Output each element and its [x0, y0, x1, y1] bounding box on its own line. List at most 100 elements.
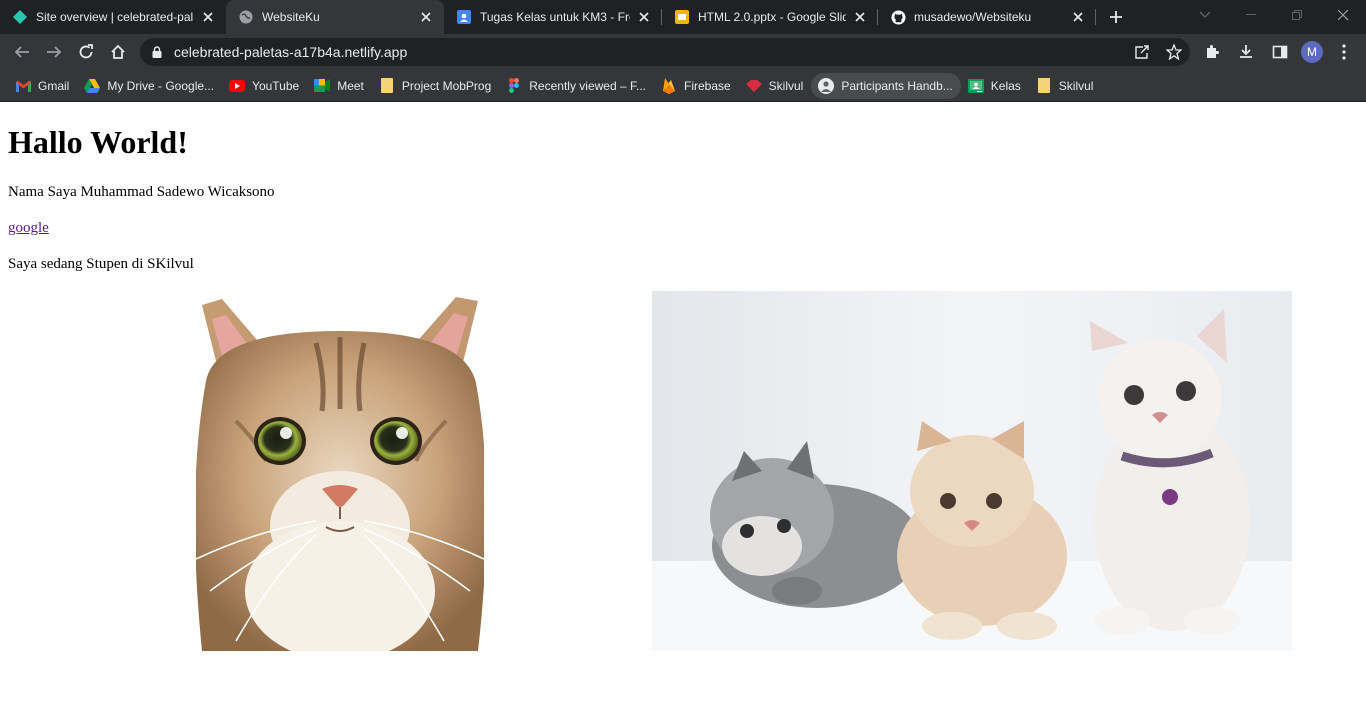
bookmark-label: My Drive - Google...	[107, 78, 215, 93]
close-icon[interactable]	[852, 9, 868, 25]
side-panel-icon	[1272, 45, 1288, 59]
chevron-down-icon	[1199, 11, 1211, 18]
bookmark-label: Skilvul	[1058, 78, 1094, 93]
side-panel-button[interactable]	[1264, 36, 1296, 68]
lock-icon	[140, 46, 174, 58]
firebase-icon	[661, 77, 677, 94]
meet-icon	[314, 78, 331, 94]
tab-github[interactable]: musadewo/Websiteku	[878, 0, 1096, 34]
address-bar[interactable]: celebrated-paletas-a17b4a.netlify.app	[140, 38, 1190, 66]
bookmark-label: Participants Handb...	[841, 78, 953, 93]
reload-icon	[79, 44, 93, 59]
bookmark-participants-handbook[interactable]: Participants Handb...	[811, 72, 961, 99]
download-icon	[1240, 45, 1252, 58]
bookmark-gmail[interactable]: Gmail	[8, 73, 77, 99]
gmail-icon	[15, 78, 31, 94]
bookmark-label: Firebase	[683, 78, 731, 93]
tab-title: WebsiteKu	[262, 10, 320, 24]
more-vert-icon	[1342, 44, 1346, 60]
close-icon[interactable]	[1070, 9, 1086, 25]
bookmark-figma[interactable]: Recently viewed – F...	[499, 73, 654, 99]
tab-strip: Site overview | celebrated-pal WebsiteKu…	[0, 0, 1366, 34]
bookmark-label: Skilvul	[768, 78, 804, 93]
bookmark-kelas[interactable]: Kelas	[961, 73, 1029, 99]
bookmark-label: Recently viewed – F...	[529, 78, 646, 93]
tab-websiteku[interactable]: WebsiteKu	[226, 0, 444, 34]
browser-toolbar: celebrated-paletas-a17b4a.netlify.app M	[0, 34, 1366, 70]
bookmark-my-drive[interactable]: My Drive - Google...	[77, 73, 222, 99]
puzzle-icon	[1207, 45, 1219, 58]
profile-button[interactable]: M	[1296, 36, 1328, 68]
arrow-right-icon	[47, 46, 62, 58]
bookmarks-bar: Gmail My Drive - Google... YouTube Meet …	[0, 70, 1366, 102]
home-button[interactable]	[102, 36, 134, 68]
three-kittens-image	[652, 291, 1292, 651]
drive-icon	[84, 78, 101, 94]
reload-button[interactable]	[70, 36, 102, 68]
close-icon	[1337, 9, 1349, 21]
restore-icon	[1292, 10, 1302, 20]
page-heading: Hallo World!	[8, 124, 188, 160]
folder-icon	[379, 78, 395, 94]
menu-button[interactable]	[1328, 36, 1360, 68]
web-page: Hallo World! Nama Saya Muhammad Sadewo W…	[0, 103, 1366, 713]
close-icon[interactable]	[636, 9, 652, 25]
globe-icon	[238, 9, 254, 25]
back-button[interactable]	[6, 36, 38, 68]
bookmark-label: Meet	[337, 78, 364, 93]
arrow-left-icon	[14, 46, 29, 58]
bookmark-skilvul-folder[interactable]: Skilvul	[1029, 73, 1102, 99]
extensions-button[interactable]	[1196, 36, 1228, 68]
tab-title: Tugas Kelas untuk KM3 - From	[480, 10, 630, 24]
close-window-button[interactable]	[1320, 0, 1366, 30]
forward-button[interactable]	[38, 36, 70, 68]
bookmark-label: Kelas	[990, 78, 1021, 93]
restore-button[interactable]	[1274, 0, 1320, 30]
bookmark-label: Gmail	[38, 78, 70, 93]
tab-title: HTML 2.0.pptx - Google Slides	[698, 10, 846, 24]
tab-html-slides[interactable]: HTML 2.0.pptx - Google Slides	[662, 0, 878, 34]
skilvul-icon	[745, 78, 762, 94]
plus-icon	[1110, 11, 1122, 23]
folder-icon	[1036, 78, 1052, 94]
netlify-icon	[12, 9, 28, 25]
home-icon	[111, 44, 125, 59]
minimize-icon	[1246, 14, 1256, 15]
minimize-button[interactable]	[1228, 0, 1274, 30]
avatar: M	[1301, 41, 1323, 63]
figma-icon	[506, 78, 522, 94]
downloads-button[interactable]	[1230, 36, 1262, 68]
classroom-icon	[456, 9, 472, 25]
star-icon	[1166, 44, 1182, 60]
share-icon	[1135, 45, 1149, 59]
google-link[interactable]: google	[8, 220, 49, 236]
slides-icon	[674, 9, 690, 25]
new-tab-button[interactable]	[1102, 0, 1130, 34]
intro-text: Nama Saya Muhammad Sadewo Wicaksono	[8, 184, 275, 200]
bookmark-meet[interactable]: Meet	[307, 73, 372, 99]
github-icon	[890, 9, 906, 25]
classroom-icon	[967, 78, 984, 94]
tab-title: musadewo/Websiteku	[914, 10, 1032, 24]
cat-portrait-image	[196, 291, 484, 651]
tab-site-overview[interactable]: Site overview | celebrated-pal	[0, 0, 226, 34]
bookmark-youtube[interactable]: YouTube	[222, 73, 307, 99]
status-text: Saya sedang Stupen di SKilvul	[8, 256, 194, 272]
tab-search-button[interactable]	[1182, 0, 1228, 30]
close-icon[interactable]	[418, 9, 434, 25]
url-text: celebrated-paletas-a17b4a.netlify.app	[174, 44, 408, 60]
link-paragraph: google	[8, 220, 49, 237]
tab-title: Site overview | celebrated-pal	[36, 10, 194, 24]
close-icon[interactable]	[200, 9, 216, 25]
bookmark-label: YouTube	[252, 78, 300, 93]
handbook-icon	[818, 77, 835, 94]
share-button[interactable]	[1126, 36, 1158, 68]
bookmark-label: Project MobProg	[401, 78, 492, 93]
bookmark-firebase[interactable]: Firebase	[654, 73, 739, 99]
bookmark-star-button[interactable]	[1158, 36, 1190, 68]
tab-separator	[1095, 9, 1096, 25]
tab-tugas-kelas[interactable]: Tugas Kelas untuk KM3 - From	[444, 0, 662, 34]
youtube-icon	[229, 78, 246, 94]
bookmark-skilvul[interactable]: Skilvul	[739, 73, 812, 99]
bookmark-project-mobprog[interactable]: Project MobProg	[372, 73, 499, 99]
